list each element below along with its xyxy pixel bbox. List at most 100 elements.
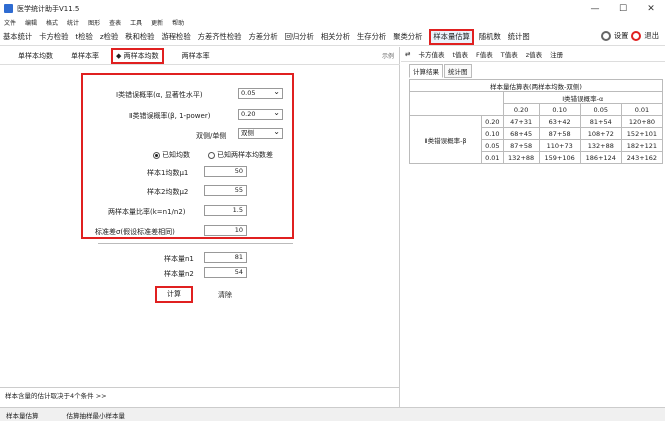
- right-toolbar: ⇄ 卡方值表 t值表 F值表 T值表 z值表 注册: [401, 47, 665, 62]
- table-cell: 152+101: [620, 127, 664, 140]
- toolbar-random[interactable]: 随机数: [479, 32, 501, 42]
- toolbar-z-test[interactable]: z检验: [100, 32, 118, 42]
- mu2-label: 样本2均数μ2: [147, 188, 189, 196]
- tab-two-sample-mean[interactable]: ◆ 两样本均数: [111, 47, 164, 64]
- sd-label: 标准差σ(假设标准差相同): [95, 228, 175, 236]
- t-table-button[interactable]: t值表: [452, 49, 468, 59]
- tab-results[interactable]: 计算结果: [409, 64, 443, 78]
- table-cell: 110+73: [538, 139, 581, 152]
- beta-cell: 0.10: [481, 127, 504, 140]
- z-table-button[interactable]: z值表: [526, 49, 542, 59]
- toolbar-chart[interactable]: 统计图: [508, 32, 530, 42]
- menu-stats[interactable]: 统计: [67, 18, 79, 27]
- beta-label: Ⅱ类错误概率(β, 1-power): [129, 112, 211, 120]
- menu-file[interactable]: 文件: [4, 18, 16, 27]
- tab-stat-chart[interactable]: 统计图: [444, 64, 472, 78]
- table-cell: 87+58: [502, 139, 540, 152]
- n2-output: 54: [204, 267, 247, 278]
- table-corner: [409, 91, 504, 116]
- side-label: 双侧/单侧: [196, 132, 227, 140]
- toolbar-survival[interactable]: 生存分析: [357, 32, 386, 42]
- beta-cell: 0.20: [481, 115, 504, 128]
- n1-label: 样本量n1: [164, 255, 194, 263]
- swap-icon[interactable]: ⇄: [405, 50, 410, 58]
- menu-format[interactable]: 格式: [46, 18, 58, 27]
- tab-two-sample-rate[interactable]: 两样本率: [182, 51, 210, 61]
- n1-output: 81: [204, 252, 247, 263]
- register-button[interactable]: 注册: [550, 49, 563, 59]
- beta-cell: 0.01: [481, 151, 504, 164]
- table-cell: 47+31: [502, 115, 540, 128]
- toolbar-runs-test[interactable]: 游程检验: [161, 32, 190, 42]
- T-table-button[interactable]: T值表: [501, 49, 518, 59]
- maximize-button[interactable]: ☐: [609, 0, 637, 17]
- toolbar-cluster[interactable]: 聚类分析: [393, 32, 422, 42]
- exit-button[interactable]: 退出: [644, 31, 659, 41]
- radio-known-diff[interactable]: 已知两样本均数差: [208, 150, 273, 160]
- title-bar: 医学统计助手V11.5 — ☐ ✕: [0, 0, 665, 17]
- alpha-col: 0.05: [579, 103, 622, 116]
- toolbar-t-test[interactable]: t检验: [75, 32, 92, 42]
- menu-tools[interactable]: 工具: [130, 18, 142, 27]
- tab-two-sample-mean-label: 两样本均数: [123, 51, 159, 60]
- sd-input[interactable]: 10: [204, 225, 247, 236]
- radio-known-mean[interactable]: 已知均数: [153, 150, 190, 160]
- tab-one-sample-mean[interactable]: 单样本均数: [18, 51, 53, 61]
- tab-one-sample-rate[interactable]: 单样本率: [71, 51, 99, 61]
- table-cell: 108+72: [579, 127, 622, 140]
- table-cell: 132+88: [502, 151, 540, 164]
- beta-select[interactable]: 0.20: [238, 108, 283, 120]
- method-tabs: 单样本均数 单样本率 ◆ 两样本均数 两样本率 示例: [0, 47, 400, 65]
- mu1-input[interactable]: 50: [204, 166, 247, 177]
- settings-button[interactable]: 设置: [614, 31, 629, 41]
- calculate-button[interactable]: 计算: [155, 286, 193, 303]
- menu-graph[interactable]: 图形: [88, 18, 100, 27]
- mu1-label: 样本1均数μ1: [147, 169, 189, 177]
- radio-known-diff-label: 已知两样本均数差: [217, 151, 273, 159]
- menu-edit[interactable]: 编辑: [25, 18, 37, 27]
- table-cell: 63+42: [538, 115, 581, 128]
- window-title: 医学统计助手V11.5: [17, 4, 80, 13]
- side-select[interactable]: 双侧: [238, 127, 283, 139]
- gear-icon[interactable]: [600, 31, 611, 41]
- menu-bar: 文件 编辑 格式 统计 图形 查表 工具 更新 帮助: [0, 17, 665, 28]
- table-cell: 243+162: [620, 151, 664, 164]
- menu-lookup[interactable]: 查表: [109, 18, 121, 27]
- app-icon: [4, 4, 13, 13]
- menu-update[interactable]: 更新: [151, 18, 163, 27]
- menu-help[interactable]: 帮助: [172, 18, 184, 27]
- toolbar-regression[interactable]: 回归分析: [285, 32, 314, 42]
- table-cell: 120+80: [620, 115, 664, 128]
- toolbar-rank-sum[interactable]: 秩和检验: [125, 32, 154, 42]
- mu2-input[interactable]: 55: [204, 185, 247, 196]
- power-icon[interactable]: [631, 31, 642, 41]
- main-toolbar: 基本统计 卡方检验 t检验 z检验 秩和检验 游程检验 方差齐性检验 方差分析 …: [0, 29, 665, 46]
- toolbar-anova[interactable]: 方差分析: [248, 32, 277, 42]
- beta-cell: 0.05: [481, 139, 504, 152]
- alpha-col: 0.20: [502, 103, 540, 116]
- table-cell: 186+124: [579, 151, 622, 164]
- clear-button[interactable]: 清除: [218, 290, 232, 300]
- table-cell: 132+88: [579, 139, 622, 152]
- alpha-select[interactable]: 0.05: [238, 87, 283, 99]
- hint-bar[interactable]: 样本含量的估计取决于4个条件 >>: [0, 387, 400, 404]
- example-link[interactable]: 示例: [382, 51, 394, 60]
- status-bar: 样本量估算 估算抽样最小样本量: [0, 407, 665, 421]
- minimize-button[interactable]: —: [581, 0, 609, 17]
- table-cell: 87+58: [538, 127, 581, 140]
- divider: [98, 243, 293, 244]
- status-message: 估算抽样最小样本量: [66, 411, 126, 420]
- chi-table-button[interactable]: 卡方值表: [418, 49, 444, 59]
- status-module: 样本量估算: [6, 411, 39, 420]
- toolbar-sample-size[interactable]: 样本量估算: [429, 29, 474, 45]
- toolbar-correlation[interactable]: 相关分析: [321, 32, 350, 42]
- ratio-input[interactable]: 1.5: [204, 205, 247, 216]
- radio-known-diff-dot: [208, 151, 215, 159]
- toolbar-variance-homogeneity[interactable]: 方差齐性检验: [198, 32, 242, 42]
- table-cell: 81+54: [579, 115, 622, 128]
- close-button[interactable]: ✕: [637, 0, 665, 17]
- toolbar-chi-square[interactable]: 卡方检验: [39, 32, 68, 42]
- toolbar-basic-stats[interactable]: 基本统计: [3, 32, 32, 42]
- table-title: 样本量估算表(两样本均数-双侧): [409, 79, 663, 92]
- f-table-button[interactable]: F值表: [476, 49, 493, 59]
